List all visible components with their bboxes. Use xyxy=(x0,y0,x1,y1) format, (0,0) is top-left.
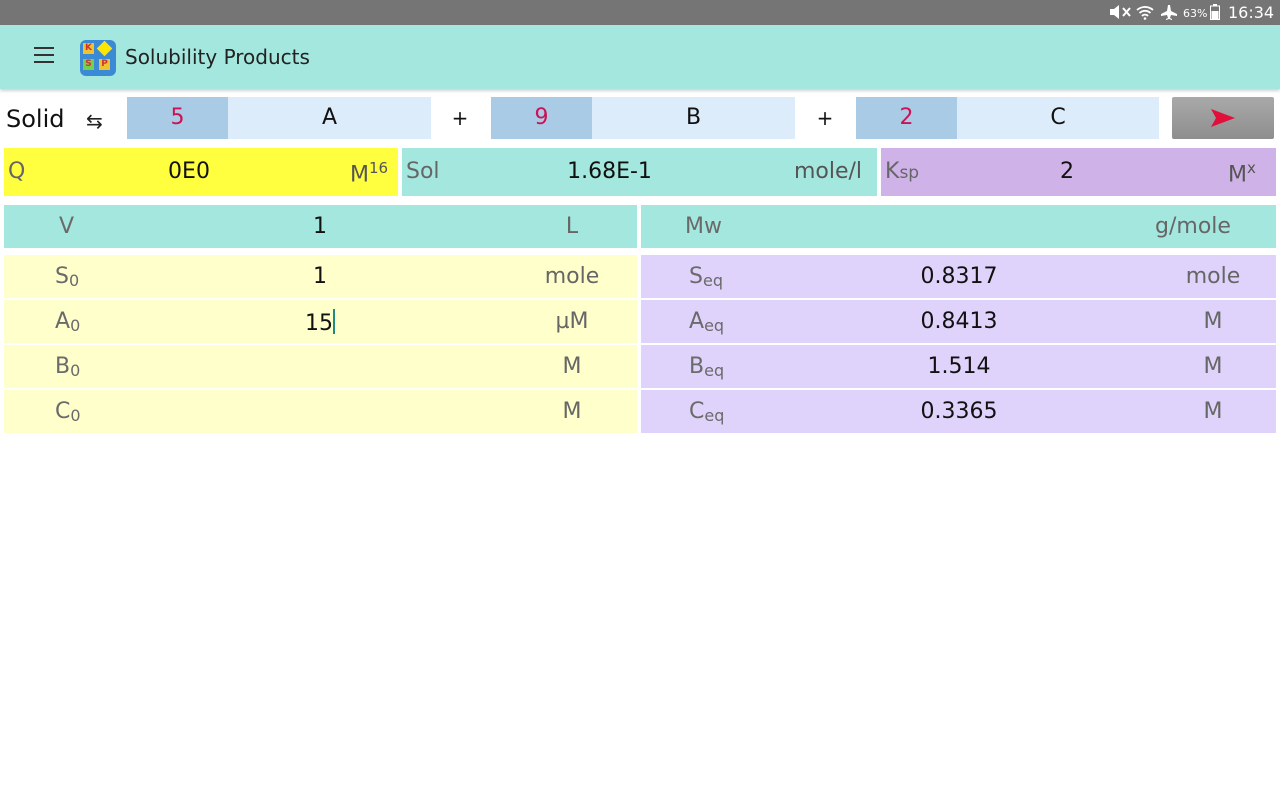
ksp-unit: Mx xyxy=(1228,159,1256,188)
equilibrium-arrow-icon: ⇆ xyxy=(86,109,103,133)
q-value: 0E0 xyxy=(168,159,210,184)
solid-label: Solid xyxy=(6,105,65,133)
q-label: Q xyxy=(8,159,26,184)
initial-unit-c[interactable]: M xyxy=(522,399,622,424)
initial-row-c: C0 M xyxy=(4,390,637,433)
ksp-box: Ksp 2 Mx xyxy=(881,148,1276,196)
initial-label-s: S0 xyxy=(55,264,80,290)
equilibrium-value-s: 0.8317 xyxy=(920,264,998,289)
equilibrium-row-a: Aeq 0.8413 M xyxy=(641,300,1276,343)
equilibrium-value-a: 0.8413 xyxy=(920,309,998,334)
equilibrium-unit-c[interactable]: M xyxy=(1163,399,1263,424)
coefficient-c-input[interactable]: 2 xyxy=(856,97,957,139)
send-arrow-icon xyxy=(1211,109,1235,127)
initial-label-c: C0 xyxy=(55,399,81,425)
app-bar: K S P Solubility Products xyxy=(0,25,1280,89)
solubility-box: Sol 1.68E-1 mole/l xyxy=(402,148,877,196)
ksp-label: Ksp xyxy=(885,159,920,184)
equilibrium-label-b: Beq xyxy=(689,354,725,380)
hamburger-menu-icon[interactable] xyxy=(34,47,54,63)
species-a-input[interactable]: A xyxy=(228,97,431,139)
mute-icon xyxy=(1108,4,1132,25)
equilibrium-row-s: Seq 0.8317 mole xyxy=(641,255,1276,298)
mw-unit[interactable]: g/mole xyxy=(1138,214,1248,239)
volume-unit[interactable]: L xyxy=(522,214,622,239)
volume-label: V xyxy=(59,214,75,239)
initial-input-a[interactable]: 15 xyxy=(270,309,370,336)
sol-label: Sol xyxy=(406,159,440,184)
initial-unit-a[interactable]: µM xyxy=(522,309,622,334)
equilibrium-label-s: Seq xyxy=(689,264,723,290)
initial-label-b: B0 xyxy=(55,354,81,380)
species-b-input[interactable]: B xyxy=(592,97,795,139)
coefficient-a-input[interactable]: 5 xyxy=(127,97,228,139)
calculate-button[interactable] xyxy=(1172,97,1274,139)
volume-input[interactable]: 1 xyxy=(270,214,370,239)
clock: 16:34 xyxy=(1228,3,1275,22)
equilibrium-value-c: 0.3365 xyxy=(920,399,998,424)
app-title: Solubility Products xyxy=(125,45,310,69)
equilibrium-row-c: Ceq 0.3365 M xyxy=(641,390,1276,433)
sol-unit: mole/l xyxy=(793,159,862,184)
equilibrium-unit-s[interactable]: mole xyxy=(1163,264,1263,289)
initial-unit-s[interactable]: mole xyxy=(522,264,622,289)
initial-label-a: A0 xyxy=(55,309,81,335)
equilibrium-unit-b[interactable]: M xyxy=(1163,354,1263,379)
text-cursor xyxy=(333,309,335,334)
volume-row: V 1 L xyxy=(4,205,637,248)
plus-sign: + xyxy=(816,106,834,130)
status-bar: 63% 16:34 xyxy=(0,0,1280,25)
initial-row-a: A0 15 µM xyxy=(4,300,637,343)
plus-sign: + xyxy=(451,106,469,130)
equilibrium-label-a: Aeq xyxy=(689,309,725,335)
battery-icon xyxy=(1210,4,1220,25)
equilibrium-unit-a[interactable]: M xyxy=(1163,309,1263,334)
mw-label: Mw xyxy=(685,214,722,239)
initial-row-s: S0 1 mole xyxy=(4,255,637,298)
initial-row-b: B0 M xyxy=(4,345,637,388)
mw-row: Mw g/mole xyxy=(641,205,1276,248)
ksp-value[interactable]: 2 xyxy=(1017,159,1117,184)
airplane-mode-icon xyxy=(1160,4,1178,25)
q-unit: M16 xyxy=(350,159,389,188)
coefficient-b-input[interactable]: 9 xyxy=(491,97,592,139)
q-box: Q 0E0 M16 xyxy=(4,148,398,196)
initial-input-s[interactable]: 1 xyxy=(270,264,370,289)
app-logo-icon: K S P xyxy=(80,40,116,76)
equilibrium-value-b: 1.514 xyxy=(927,354,991,379)
sol-value: 1.68E-1 xyxy=(567,159,652,184)
initial-unit-b[interactable]: M xyxy=(522,354,622,379)
species-c-input[interactable]: C xyxy=(957,97,1159,139)
wifi-icon xyxy=(1136,4,1154,25)
battery-percent: 63% xyxy=(1183,7,1208,20)
equilibrium-row-b: Beq 1.514 M xyxy=(641,345,1276,388)
equilibrium-label-c: Ceq xyxy=(689,399,725,425)
